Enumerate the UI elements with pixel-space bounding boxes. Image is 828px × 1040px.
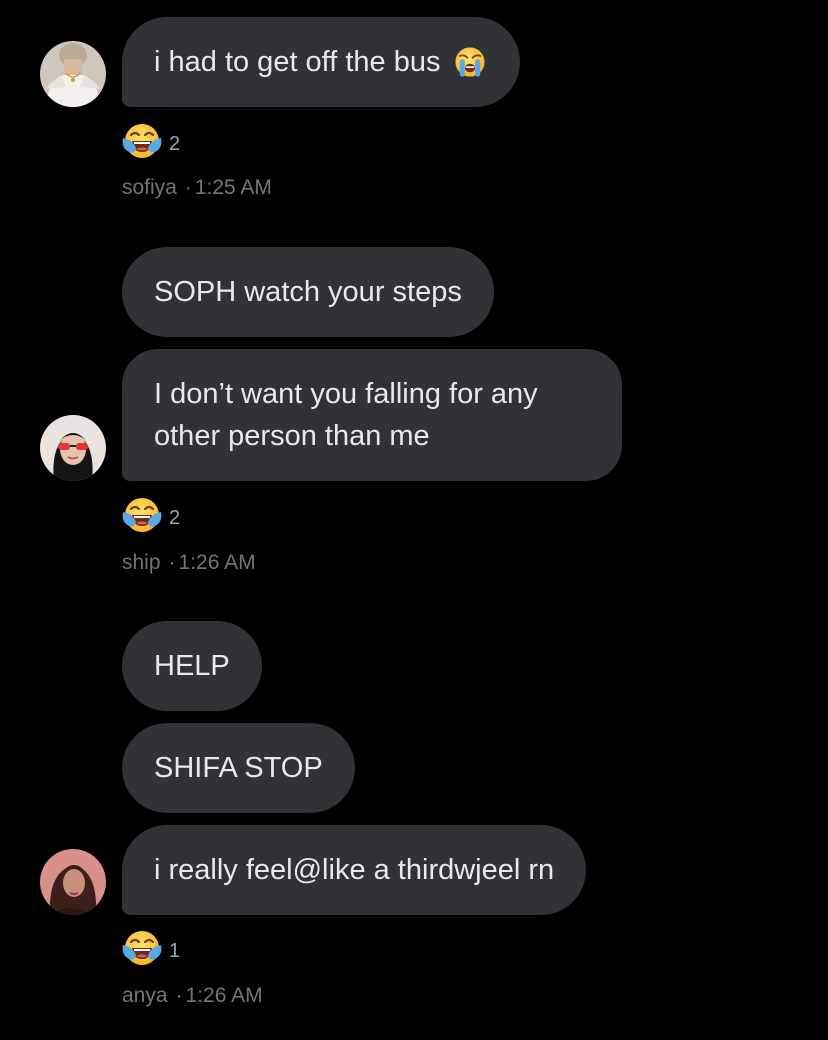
reaction-count: 1 — [169, 939, 181, 962]
message-time: 1:25 AM — [194, 176, 272, 199]
sender-name: anya — [122, 984, 168, 1007]
message-bubble[interactable]: I don’t want you falling for any other p… — [122, 349, 622, 481]
face-with-tears-of-joy-icon — [121, 494, 163, 536]
reaction-pill[interactable]: 2 — [121, 120, 180, 162]
reaction-pill[interactable]: 1 — [121, 927, 180, 969]
message-bubble[interactable]: i had to get off the bus — [122, 17, 521, 107]
message-text: SOPH watch your steps — [154, 276, 462, 308]
message-bubble[interactable]: SOPH watch your steps — [122, 247, 494, 337]
message-text: HELP — [154, 650, 230, 682]
avatar-ship[interactable] — [40, 415, 106, 481]
avatar-image — [40, 41, 106, 107]
reaction-pill[interactable]: 2 — [121, 494, 180, 536]
meta-separator: · — [168, 551, 176, 574]
reaction-count: 2 — [169, 506, 181, 529]
message-bubble[interactable]: HELP — [122, 621, 262, 711]
face-with-tears-of-joy-icon — [121, 120, 163, 162]
message-meta: sofiya · 1:25 AM — [122, 176, 272, 200]
avatar-anya[interactable] — [40, 849, 106, 915]
message-text: i had to get off the bus — [154, 46, 441, 78]
avatar-image — [40, 849, 106, 915]
meta-separator: · — [184, 176, 192, 199]
message-text: SHIFA STOP — [154, 752, 323, 784]
message-time: 1:26 AM — [185, 984, 263, 1007]
sender-name: sofiya — [122, 176, 177, 199]
message-bubble[interactable]: i really feel@like a thirdwjeel rn — [122, 825, 587, 915]
message-text: i really feel@like a thirdwjeel rn — [154, 854, 555, 886]
face-with-tears-of-joy-icon — [121, 927, 163, 969]
message-text: I don’t want you falling for any other p… — [154, 378, 538, 452]
avatar-sofiya[interactable] — [40, 41, 106, 107]
reaction-count: 2 — [169, 132, 181, 155]
message-meta: ship · 1:26 AM — [122, 551, 256, 575]
sender-name: ship — [122, 551, 161, 574]
message-meta: anya · 1:26 AM — [122, 984, 263, 1008]
meta-separator: · — [175, 984, 183, 1007]
message-bubble[interactable]: SHIFA STOP — [122, 723, 355, 813]
loudly-crying-face-icon — [452, 44, 488, 80]
message-time: 1:26 AM — [178, 551, 256, 574]
avatar-image — [40, 415, 106, 481]
